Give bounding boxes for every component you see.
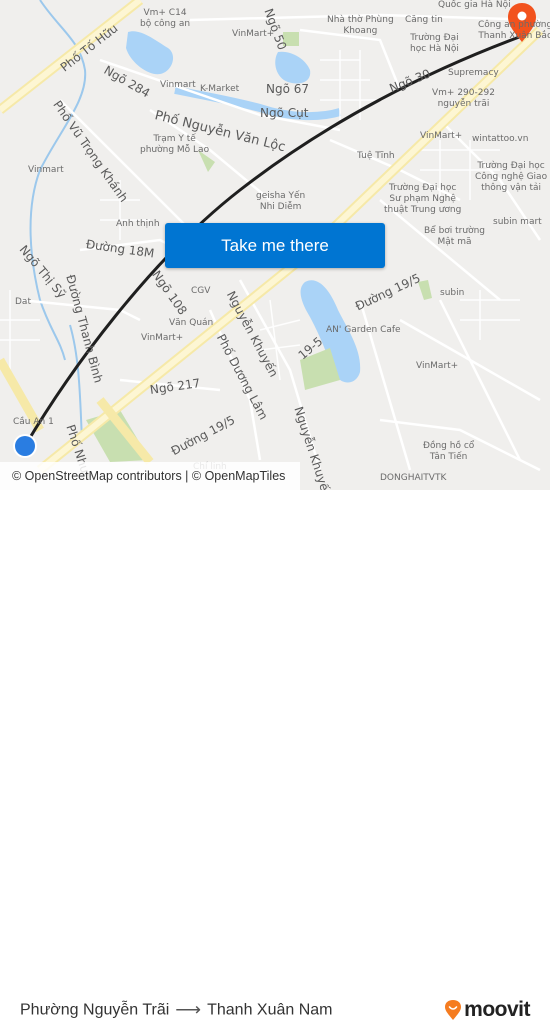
poi-label: DONGHAITVTK [380,473,447,483]
poi-label: subin mart [493,217,542,227]
poi-label: Vinmart [28,165,64,175]
poi-label: Dat [15,297,31,307]
poi-label: AN' Garden Cafe [326,325,401,335]
take-me-there-button[interactable]: Take me there [165,223,385,268]
poi-label: K-Market [200,84,240,94]
arrow-right-icon: ⟶ [175,999,202,1020]
lake [275,51,311,84]
poi-label: Căng tin [405,15,443,25]
poi-label: Cầu An 1 [13,417,54,427]
poi-label: Trường Đại học Hà Nội [410,33,459,54]
map-attribution[interactable]: © OpenStreetMap contributors | © OpenMap… [0,462,300,490]
poi-label: Trường Đại học Công nghệ Giao thông vận tả… [475,161,548,193]
poi-label: Văn Quán [169,318,214,328]
poi-label: Bể bơi trường Mật mã [424,226,486,247]
poi-label: Đồng hồ cổ Tân Tiến [423,441,475,462]
road-label: Ngõ 67 [266,82,310,96]
poi-label: wintattoo.vn [472,134,529,144]
poi-label: Tuệ Tĩnh [357,151,395,161]
poi-label: Vm+ C14 bộ công an [140,8,191,29]
footer: Phường Nguyễn Trãi ⟶ Thanh Xuân Nam moov… [0,490,550,1021]
moovit-logo[interactable]: moovit [444,998,530,1022]
origin-name: Phường Nguyễn Trãi [20,1001,170,1018]
moovit-wordmark: moovit [464,998,530,1021]
road-label: Ngõ Cụt [260,106,309,120]
moovit-pin-icon [445,1000,462,1020]
poi-label: CGV [191,286,211,296]
route-summary: Phường Nguyễn Trãi ⟶ Thanh Xuân Nam [20,1000,333,1021]
destination-name: Thanh Xuân Nam [207,1001,333,1018]
poi-label: VinMart+ [420,131,463,141]
poi-label: geisha Yến Nhi Diễm [256,191,306,212]
poi-label: Vinmart [160,80,196,90]
poi-label: Trường Đại học Sư phạm Nghệ thuật Trung ươ… [384,183,462,215]
poi-label: VinMart+ [141,333,184,343]
poi-label: Anh thịnh [116,219,160,229]
poi-label: Nhà thờ Phùng Khoang [327,15,394,36]
poi-label: Quốc gia Hà Nội [438,0,511,10]
poi-label: Supremacy [448,68,499,78]
poi-label: subin [440,288,465,298]
poi-label: Công an phường Thanh Xuân Bắc [478,20,550,41]
map[interactable]: Vm+ C14 bộ công an VinMart+ Nhà thờ Phùng… [0,0,550,490]
poi-label: Trạm Y tế phường Mỗ Lao [140,134,210,155]
lake [126,31,174,75]
poi-label: Vm+ 290-292 nguyễn trãi [432,88,495,109]
poi-label: VinMart+ [416,361,459,371]
